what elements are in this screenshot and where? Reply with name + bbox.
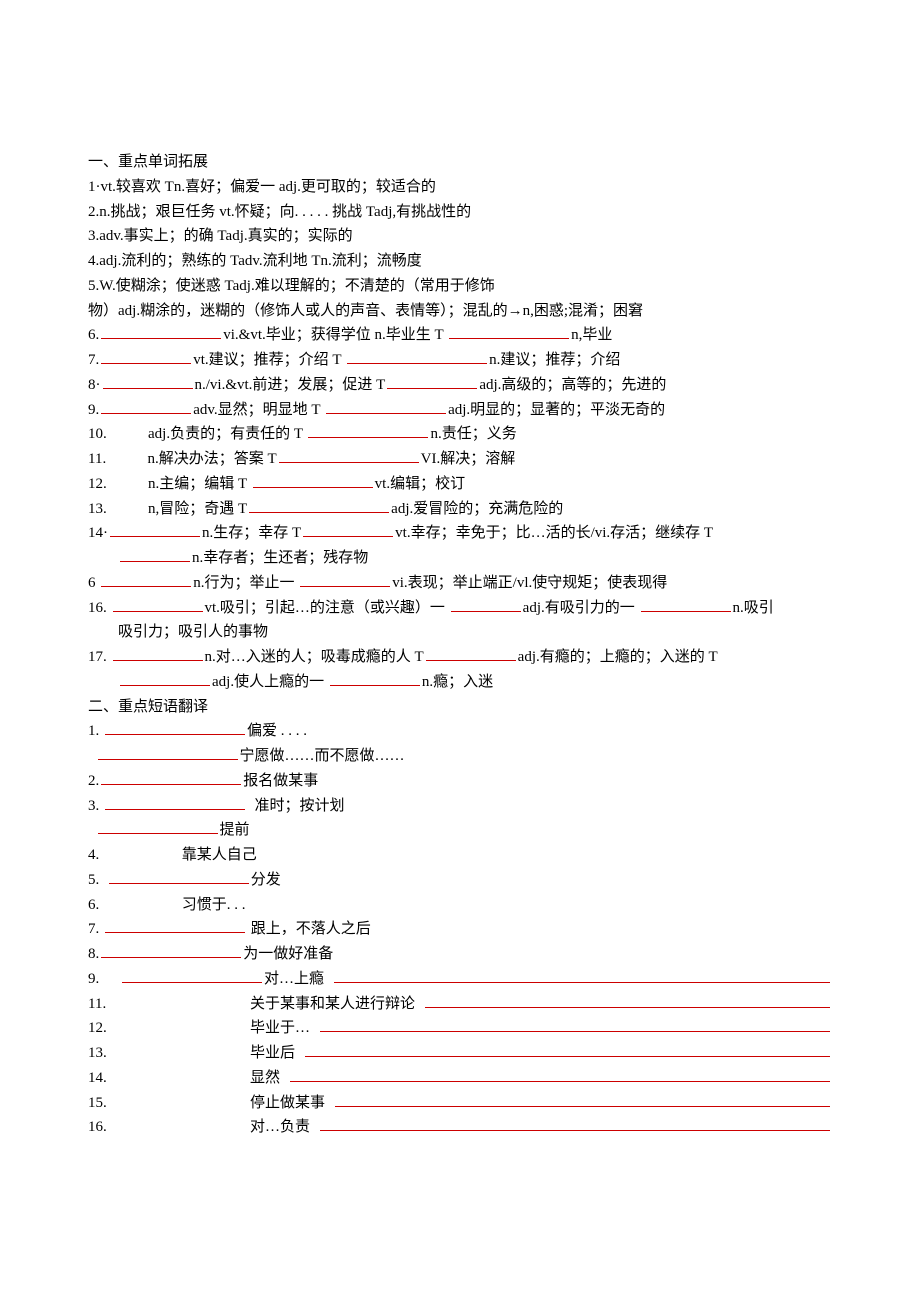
document-page: 一、重点单词拓展 1·vt.较喜欢 Tn.喜好；偏爱一 adj.更可取的；较适合… — [0, 0, 920, 1301]
item-blank: 9.adv.显然；明显地 T adj.明显的；显著的；平淡无奇的 — [88, 398, 830, 423]
item: 2.n.挑战；艰巨任务 vt.怀疑；向. . . . . 挑战 Tadj,有挑战… — [88, 200, 830, 225]
section1-heading: 一、重点单词拓展 — [88, 150, 830, 175]
section2-heading: 二、重点短语翻译 — [88, 695, 830, 720]
item-blank: 14·n.生存；幸存 Tvt.幸存；幸免于；比…活的长/vi.存活；继续存 T — [88, 521, 830, 546]
phrase-item-leader: 14. 显然 — [88, 1066, 830, 1091]
phrase-item-leader: 12. 毕业于… — [88, 1016, 830, 1041]
item: 5.W.使糊涂；使迷惑 Tadj.难以理解的；不清楚的（常用于修饰 — [88, 274, 830, 299]
phrase-item: 宁愿做……而不愿做…… — [88, 744, 830, 769]
item-blank: 6.vi.&vt.毕业；获得学位 n.毕业生 T n,毕业 — [88, 323, 830, 348]
phrase-item: 提前 — [88, 818, 830, 843]
item: 3.adv.事实上；的确 Tadj.真实的；实际的 — [88, 224, 830, 249]
item-blank: 10. adj.负责的；有责任的 T n.责任；义务 — [88, 422, 830, 447]
item-blank-cont: adj.使人上瘾的一 n.瘾；入迷 — [88, 670, 830, 695]
item-blank: 8·n./vi.&vt.前进；发展；促进 Tadj.高级的；高等的；先进的 — [88, 373, 830, 398]
phrase-item-leader: 9. 对…上瘾 — [88, 967, 830, 992]
phrase-item: 8.为一做好准备 — [88, 942, 830, 967]
phrase-item: 2.报名做某事 — [88, 769, 830, 794]
phrase-item: 7. 跟上，不落人之后 — [88, 917, 830, 942]
item-blank: 7.vt.建议；推荐；介绍 T n.建议；推荐；介绍 — [88, 348, 830, 373]
phrase-item: 3. 准时；按计划 — [88, 794, 830, 819]
item-blank: 6 n.行为；举止一 vi.表现；举止端正/vl.使守规矩；使表现得 — [88, 571, 830, 596]
item: 1·vt.较喜欢 Tn.喜好；偏爱一 adj.更可取的；较适合的 — [88, 175, 830, 200]
phrase-item: 1. 偏爱 . . . . — [88, 719, 830, 744]
item: 4.adj.流利的；熟练的 Tadv.流利地 Tn.流利；流畅度 — [88, 249, 830, 274]
phrase-item: 4. 靠某人自己 — [88, 843, 830, 868]
phrase-item: 5. 分发 — [88, 868, 830, 893]
item-blank-cont: n.幸存者；生还者；残存物 — [88, 546, 830, 571]
phrase-item-leader: 16. 对…负责 — [88, 1115, 830, 1140]
item-blank: 16. vt.吸引；引起…的注意（或兴趣）一 adj.有吸引力的一 n.吸引 — [88, 596, 830, 621]
item-blank: 17. n.对…入迷的人；吸毒成瘾的人 Tadj.有瘾的；上瘾的；入迷的 T — [88, 645, 830, 670]
item: 物）adj.糊涂的，迷糊的（修饰人或人的声音、表情等）；混乱的→n,困惑;混淆；… — [88, 299, 830, 324]
phrase-item-leader: 11. 关于某事和某人进行辩论 — [88, 992, 830, 1017]
item-blank: 11. n.解决办法；答案 TVI.解决；溶解 — [88, 447, 830, 472]
phrase-item: 6. 习惯于. . . — [88, 893, 830, 918]
phrase-item-leader: 13. 毕业后 — [88, 1041, 830, 1066]
phrase-item-leader: 15. 停止做某事 — [88, 1091, 830, 1116]
item-blank: 12. n.主编；编辑 T vt.编辑；校订 — [88, 472, 830, 497]
item-blank-cont: 吸引力；吸引人的事物 — [88, 620, 830, 645]
item-blank: 13. n,冒险；奇遇 Tadj.爱冒险的；充满危险的 — [88, 497, 830, 522]
